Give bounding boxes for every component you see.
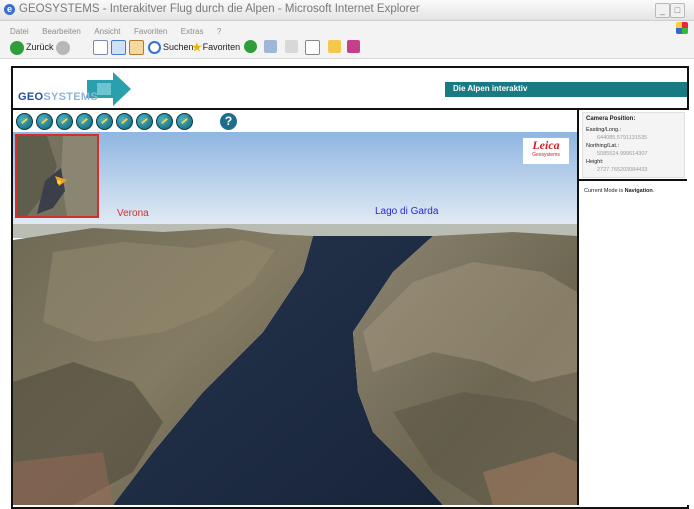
marker-tool-icon[interactable] (56, 113, 73, 130)
mode-suffix: . (652, 188, 655, 194)
stop-button[interactable] (93, 40, 108, 55)
search-icon (148, 41, 161, 55)
history-icon[interactable] (264, 40, 277, 53)
favorites-button[interactable]: ★Favoriten (191, 39, 240, 55)
favorites-star-icon: ★ (191, 39, 203, 55)
measure-tool-icon[interactable] (116, 113, 133, 130)
minimap-image (17, 136, 97, 216)
geosystems-logo: GEOSYSTEMS (18, 91, 98, 103)
mode-prefix: Current Mode is (584, 188, 625, 194)
window-title: GEOSYSTEMS - Interakitver Flug durch die… (19, 3, 420, 15)
easting-label: Easting/Long.: (586, 127, 622, 133)
logo-geo: GEO (18, 91, 44, 103)
leica-logo: Leica Geosystems (523, 138, 569, 164)
app-frame: GEOSYSTEMS Die Alpen interaktiv ? Verona… (11, 66, 689, 509)
back-arrow-icon (10, 40, 24, 55)
camera-position-box: Camera Position: Easting/Long.: 644085.5… (582, 112, 685, 178)
logo-systems: SYSTEMS (43, 91, 99, 103)
browser-toolbar: Zurück Suchen ★Favoriten (0, 36, 694, 59)
title-banner: Die Alpen interaktiv (445, 82, 687, 97)
camera-position-title: Camera Position: (586, 116, 636, 122)
label-lago-di-garda: Lago di Garda (375, 206, 439, 217)
print-icon[interactable] (305, 40, 320, 55)
pencil-tool-icon[interactable] (36, 113, 53, 130)
leica-subtitle: Geosystems (532, 152, 560, 158)
leica-name: Leica (532, 138, 560, 152)
terrain-view[interactable]: Verona Lago di Garda Leica Geosystems (13, 132, 577, 505)
window-titlebar: e GEOSYSTEMS - Interakitver Flug durch d… (0, 0, 694, 21)
home-button[interactable] (129, 40, 144, 55)
internet-explorer-icon: e (4, 4, 15, 15)
overview-minimap[interactable] (15, 134, 99, 218)
easting-value: 644085.5791131535 (597, 135, 648, 141)
search-label: Suchen (163, 42, 194, 52)
refresh-button[interactable] (111, 40, 126, 55)
help-button[interactable]: ? (220, 113, 237, 130)
back-button[interactable]: Zurück (10, 39, 54, 55)
back-label: Zurück (26, 42, 54, 52)
forward-arrow-icon (56, 40, 70, 55)
forward-button[interactable] (56, 39, 72, 55)
media-icon[interactable] (244, 40, 257, 53)
mode-value: Navigation (624, 188, 653, 194)
search-button[interactable]: Suchen (148, 39, 194, 55)
sound-tool-icon[interactable] (136, 113, 153, 130)
info-panel: Camera Position: Easting/Long.: 644085.5… (577, 110, 689, 505)
banner-title: Die Alpen interaktiv (453, 84, 528, 93)
navigate-tool-icon[interactable] (16, 113, 33, 130)
mail-icon[interactable] (285, 40, 298, 53)
app-header: GEOSYSTEMS Die Alpen interaktiv (13, 68, 687, 110)
height-label: Height: (586, 159, 604, 165)
settings-tool-icon[interactable] (176, 113, 193, 130)
folder-tool-icon[interactable] (156, 113, 173, 130)
label-verona: Verona (117, 208, 149, 219)
northing-label: Northing/Lat.: (586, 143, 620, 149)
minimize-button[interactable]: _ (655, 3, 670, 18)
windows-logo-icon (676, 22, 688, 34)
path-tool-icon[interactable] (96, 113, 113, 130)
panel-divider (579, 179, 687, 181)
fly-tool-icon[interactable] (76, 113, 93, 130)
folder-icon[interactable] (328, 40, 341, 53)
northing-value: 5085524.999614307 (597, 151, 648, 157)
favorites-label: Favoriten (202, 42, 241, 52)
tool-bar: ? (13, 110, 577, 134)
height-value: 2727.765203084433 (597, 167, 648, 173)
menu-bar: Datei Bearbeiten Ansicht Favoriten Extra… (0, 21, 694, 36)
current-mode-text: Current Mode is Navigation. (584, 188, 654, 194)
maximize-button[interactable]: □ (670, 3, 685, 18)
messenger-icon[interactable] (347, 40, 360, 53)
